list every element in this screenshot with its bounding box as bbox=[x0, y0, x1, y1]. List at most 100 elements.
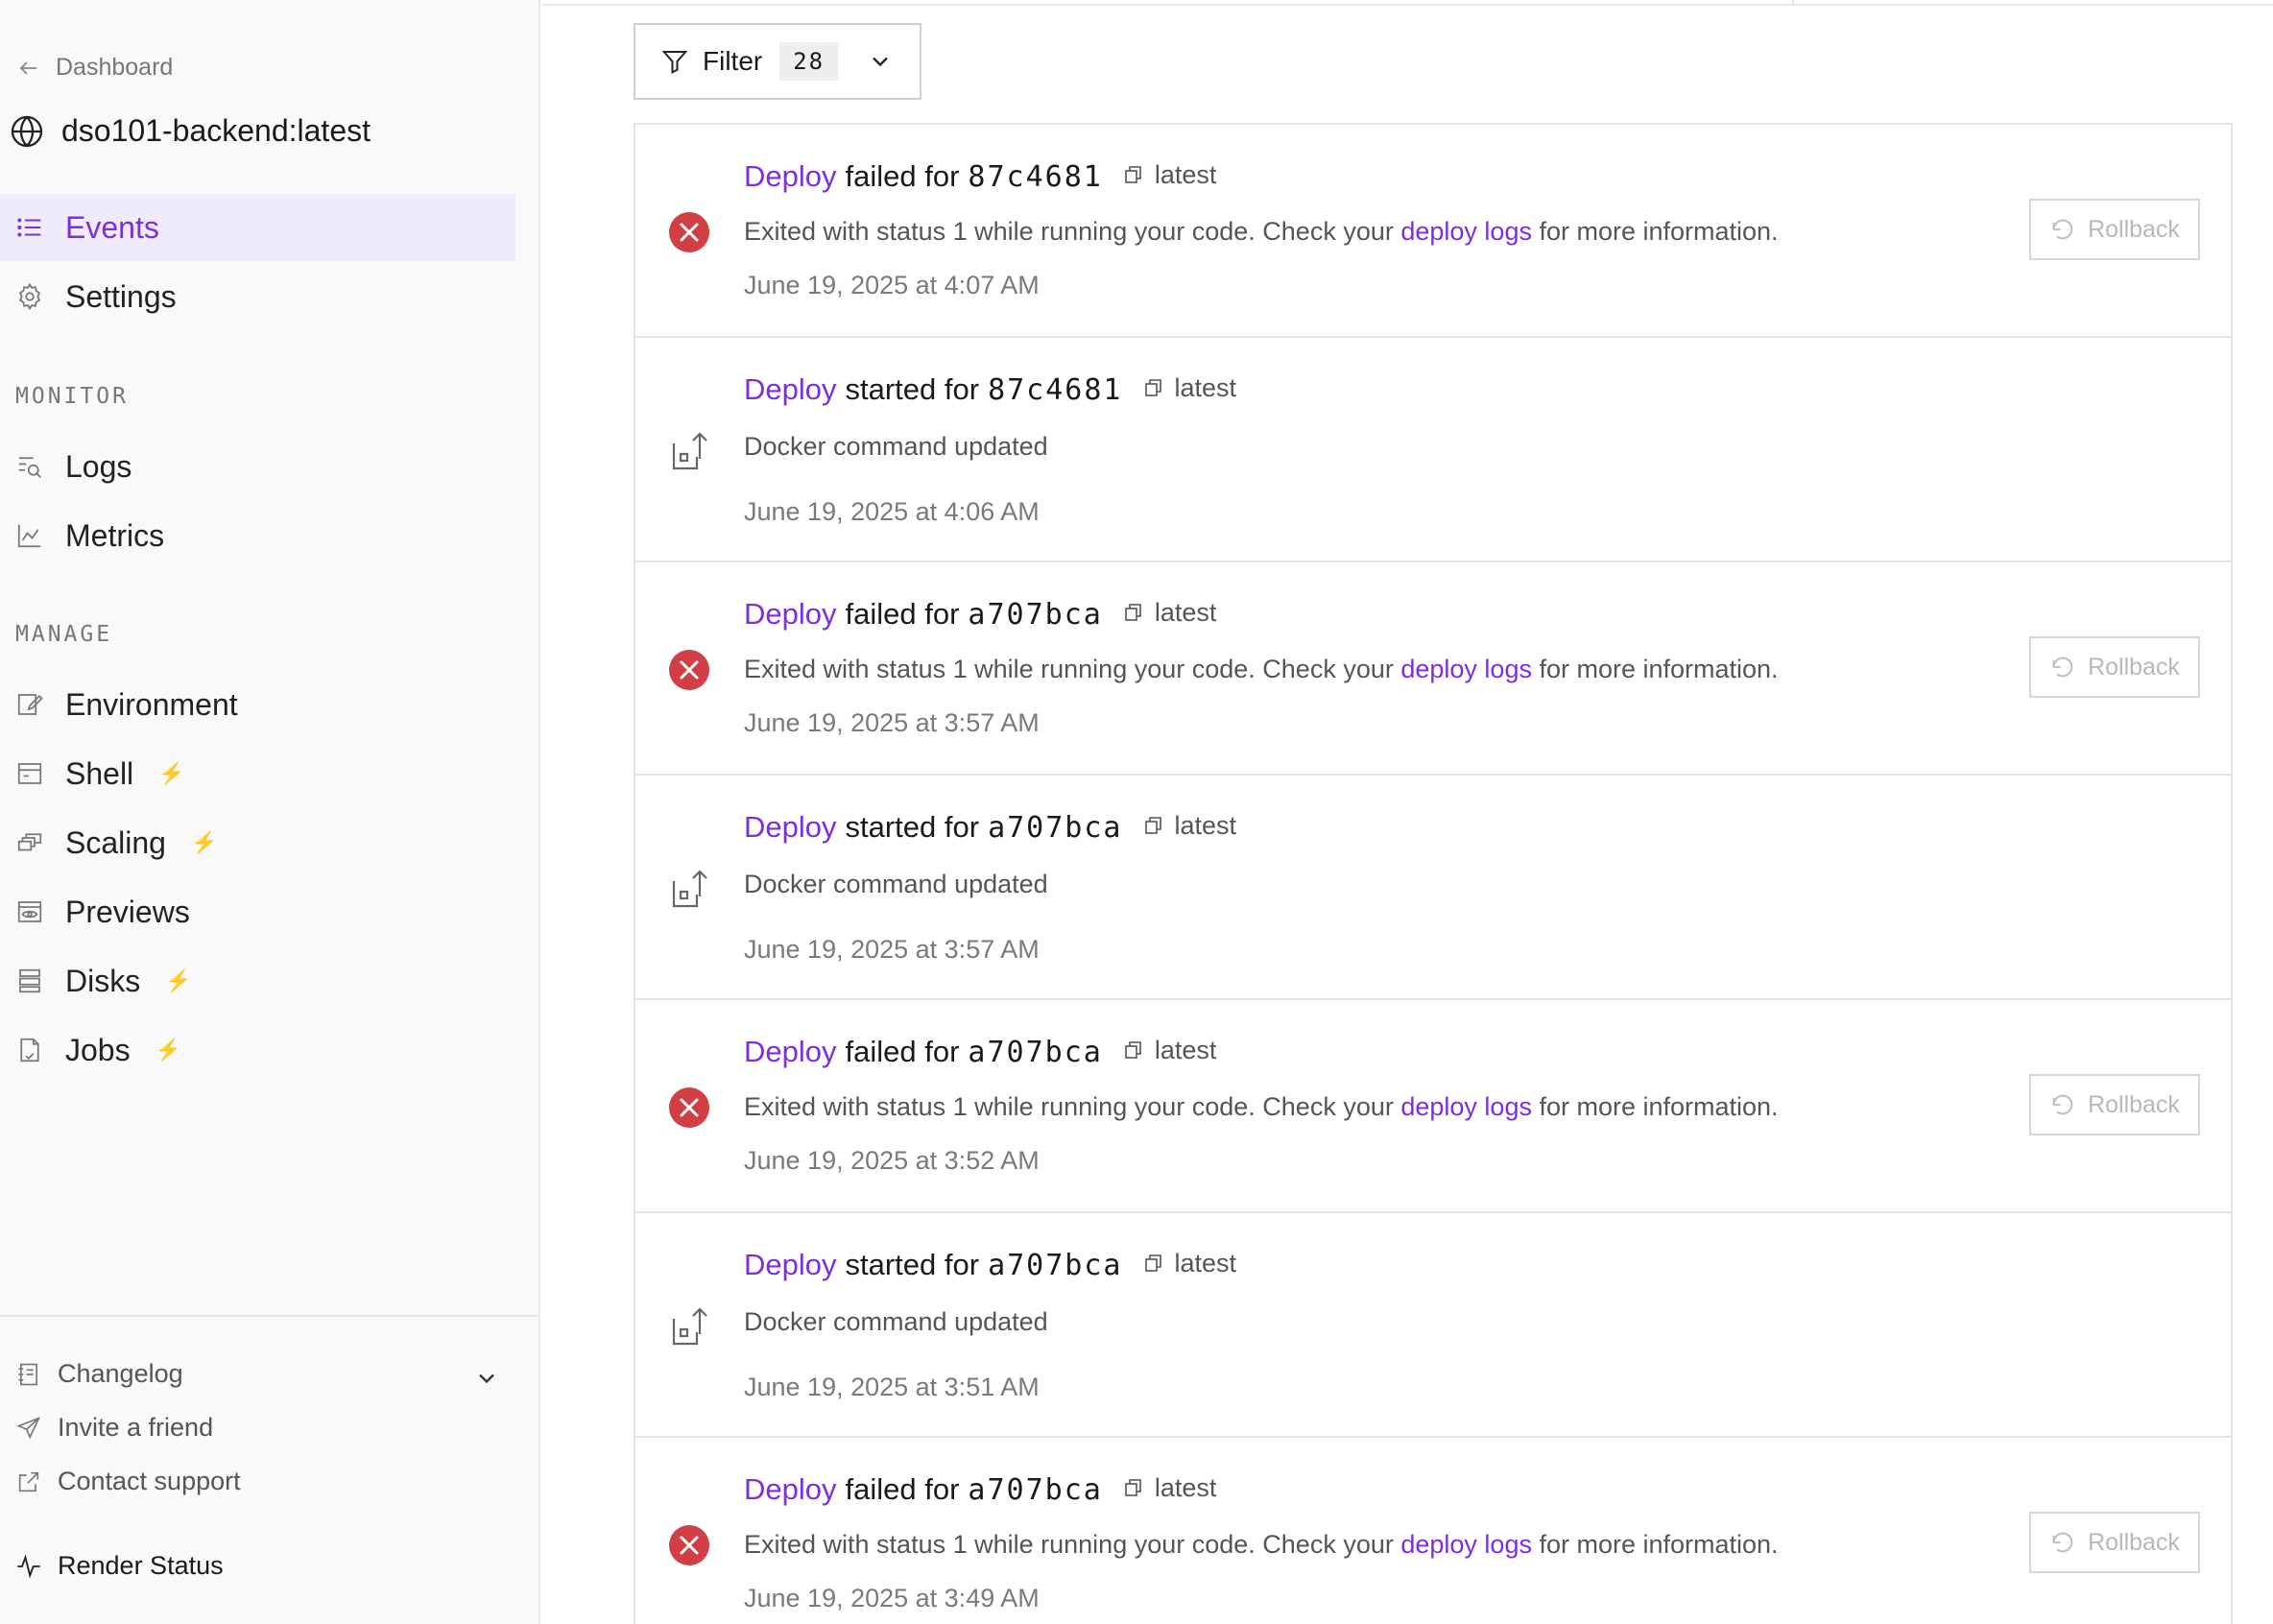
rollback-icon bbox=[2052, 1094, 2073, 1115]
gear-icon bbox=[18, 282, 41, 311]
bolt-icon: ⚡ bbox=[158, 761, 185, 785]
rollback-button[interactable]: Rollback bbox=[2029, 636, 2200, 698]
event-title: Deploy started for 87c4681 latest bbox=[744, 372, 1236, 407]
deploy-link[interactable]: Deploy bbox=[744, 597, 837, 632]
sidebar-item-metrics[interactable]: Metrics bbox=[0, 502, 515, 569]
sidebar-item-label: Shell bbox=[65, 755, 134, 791]
sidebar-item-environment[interactable]: Environment bbox=[0, 671, 515, 738]
sidebar-item-scaling[interactable]: Scaling ⚡ bbox=[0, 809, 515, 876]
commit-hash[interactable]: 87c4681 bbox=[968, 160, 1102, 194]
description-text-tail: for more information. bbox=[1531, 217, 1779, 246]
invite-friend-link[interactable]: Invite a friend bbox=[15, 1413, 213, 1443]
deploy-link[interactable]: Deploy bbox=[744, 810, 837, 845]
commit-hash[interactable]: a707bca bbox=[988, 1249, 1122, 1282]
filter-icon bbox=[661, 51, 688, 74]
image-tag[interactable]: latest bbox=[1142, 1249, 1236, 1278]
render-status-link[interactable]: Render Status bbox=[15, 1551, 224, 1581]
arrow-left-icon bbox=[19, 60, 36, 75]
globe-icon bbox=[11, 114, 43, 148]
copy-icon bbox=[1125, 604, 1141, 621]
deploy-logs-link[interactable]: deploy logs bbox=[1400, 217, 1532, 246]
chevron-down-icon bbox=[873, 57, 888, 67]
description-text-tail: for more information. bbox=[1531, 1530, 1779, 1559]
manage-section-label: MANAGE bbox=[15, 622, 113, 647]
deploy-link[interactable]: Deploy bbox=[744, 372, 837, 407]
terminal-icon bbox=[17, 763, 42, 784]
sidebar-item-jobs[interactable]: Jobs ⚡ bbox=[0, 1016, 515, 1084]
copy-icon bbox=[1125, 166, 1141, 183]
commit-hash[interactable]: a707bca bbox=[968, 1473, 1102, 1507]
bolt-icon: ⚡ bbox=[155, 1038, 181, 1062]
logs-search-icon bbox=[18, 457, 41, 478]
deploy-link[interactable]: Deploy bbox=[744, 1035, 837, 1069]
sidebar-item-label: Jobs bbox=[65, 1032, 131, 1067]
event-verb: failed for bbox=[845, 1472, 960, 1506]
image-tag[interactable]: latest bbox=[1122, 160, 1216, 190]
deploy-logs-link[interactable]: deploy logs bbox=[1400, 655, 1532, 683]
image-tag[interactable]: latest bbox=[1122, 598, 1216, 628]
events-list: Deploy failed for 87c4681 latest Exited wi… bbox=[634, 123, 2233, 1624]
back-to-dashboard-link[interactable]: Dashboard bbox=[17, 54, 173, 82]
event-title: Deploy failed for a707bca latest bbox=[744, 1035, 1216, 1069]
support-label: Contact support bbox=[58, 1467, 241, 1495]
rollback-button[interactable]: Rollback bbox=[2029, 199, 2200, 260]
deploy-logs-link[interactable]: deploy logs bbox=[1400, 1530, 1532, 1559]
commit-hash[interactable]: a707bca bbox=[988, 811, 1122, 845]
sidebar-item-settings[interactable]: Settings bbox=[0, 263, 515, 330]
deploy-link[interactable]: Deploy bbox=[744, 1248, 837, 1282]
rollback-button[interactable]: Rollback bbox=[2029, 1512, 2200, 1573]
sidebar-item-label: Metrics bbox=[65, 517, 165, 553]
deploy-link[interactable]: Deploy bbox=[744, 159, 837, 194]
image-tag[interactable]: latest bbox=[1142, 373, 1236, 403]
image-tag[interactable]: latest bbox=[1122, 1473, 1216, 1503]
event-verb: started for bbox=[845, 810, 980, 844]
event-description: Docker command updated bbox=[744, 1307, 1048, 1336]
event-title: Deploy failed for a707bca latest bbox=[744, 597, 1216, 632]
external-link-icon bbox=[18, 1471, 39, 1492]
service-title: dso101-backend:latest bbox=[10, 113, 371, 149]
event-title: Deploy failed for 87c4681 latest bbox=[744, 159, 1216, 194]
rollback-button[interactable]: Rollback bbox=[2029, 1074, 2200, 1135]
chevron-down-icon[interactable] bbox=[473, 1365, 500, 1392]
sidebar-item-shell[interactable]: Shell ⚡ bbox=[0, 740, 515, 807]
sidebar-item-label: Disks bbox=[65, 963, 141, 998]
edit-icon bbox=[17, 694, 43, 715]
changelog-link[interactable]: Changelog bbox=[15, 1359, 183, 1389]
event-timestamp: June 19, 2025 at 4:07 AM bbox=[744, 271, 1040, 299]
commit-hash[interactable]: a707bca bbox=[968, 1036, 1102, 1069]
invite-label: Invite a friend bbox=[58, 1413, 214, 1442]
sidebar-item-label: Environment bbox=[65, 686, 238, 722]
commit-hash[interactable]: 87c4681 bbox=[988, 373, 1122, 407]
sidebar-item-disks[interactable]: Disks ⚡ bbox=[0, 947, 515, 1015]
event-verb: failed for bbox=[845, 159, 960, 193]
sidebar-item-label: Previews bbox=[65, 894, 190, 929]
event-timestamp: June 19, 2025 at 3:49 AM bbox=[744, 1584, 1040, 1612]
top-divider bbox=[542, 0, 2273, 6]
copy-icon bbox=[1144, 817, 1161, 834]
contact-support-link[interactable]: Contact support bbox=[15, 1467, 241, 1496]
notebook-icon bbox=[18, 1363, 37, 1385]
event-description: Docker command updated bbox=[744, 870, 1048, 898]
event-verb: failed for bbox=[845, 597, 960, 631]
error-x-icon bbox=[669, 650, 709, 690]
image-tag[interactable]: latest bbox=[1142, 811, 1236, 841]
event-row: Deploy started for a707bca latest Docker c… bbox=[635, 776, 2231, 1000]
sidebar-item-previews[interactable]: Previews bbox=[0, 878, 515, 945]
sidebar-item-label: Scaling bbox=[65, 824, 166, 860]
description-text: Exited with status 1 while running your … bbox=[744, 217, 1401, 246]
event-verb: started for bbox=[845, 372, 980, 406]
sidebar-item-events[interactable]: Events bbox=[0, 194, 515, 261]
image-tag[interactable]: latest bbox=[1122, 1036, 1216, 1065]
commit-hash[interactable]: a707bca bbox=[968, 598, 1102, 632]
send-icon bbox=[16, 1416, 41, 1439]
event-timestamp: June 19, 2025 at 3:57 AM bbox=[744, 935, 1040, 964]
sidebar-item-label: Events bbox=[65, 209, 159, 245]
deploy-link[interactable]: Deploy bbox=[744, 1472, 837, 1507]
rollback-icon bbox=[2052, 219, 2073, 240]
sidebar-item-logs[interactable]: Logs bbox=[0, 433, 515, 500]
filter-button[interactable]: Filter 28 bbox=[634, 23, 921, 100]
deploy-logs-link[interactable]: deploy logs bbox=[1400, 1092, 1532, 1121]
event-title: Deploy started for a707bca latest bbox=[744, 810, 1236, 845]
description-text-tail: for more information. bbox=[1531, 1092, 1779, 1121]
sidebar-item-label: Logs bbox=[65, 448, 132, 484]
